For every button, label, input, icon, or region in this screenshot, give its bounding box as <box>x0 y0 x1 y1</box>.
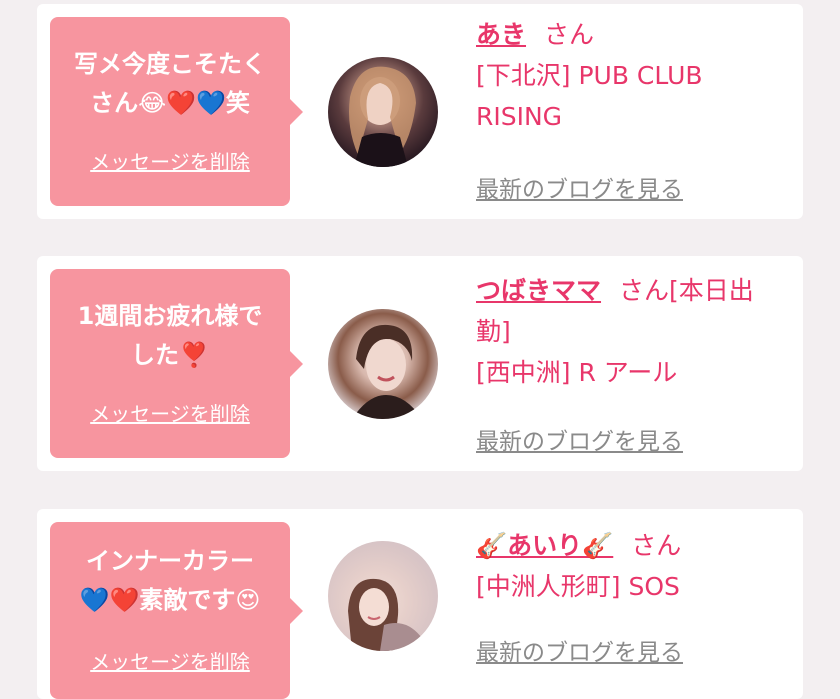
avatar[interactable] <box>328 541 438 651</box>
avatar[interactable] <box>328 57 438 167</box>
message-card: インナーカラー 💙❤️素敵です😍 メッセージを削除 🎸あいり🎸 さん [中洲人形町… <box>37 509 803 699</box>
delete-message-link[interactable]: メッセージを削除 <box>50 398 290 427</box>
cast-info: つばきママ さん[本日出勤] [西中洲] R アール <box>476 270 776 393</box>
latest-blog-link[interactable]: 最新のブログを見る <box>476 633 683 667</box>
cast-suffix: さん <box>631 531 682 560</box>
cast-name-link[interactable]: つばきママ <box>476 276 601 305</box>
latest-blog-link[interactable]: 最新のブログを見る <box>476 422 683 456</box>
latest-blog-link[interactable]: 最新のブログを見る <box>476 170 683 204</box>
avatar[interactable] <box>328 309 438 419</box>
cast-name-link[interactable]: あき <box>476 20 526 49</box>
avatar-image <box>348 578 426 651</box>
shop-name[interactable]: [西中洲] R アール <box>476 352 776 393</box>
message-bubble: 1週間お疲れ様で した❣️ メッセージを削除 <box>50 269 303 458</box>
avatar-image <box>352 324 422 419</box>
cast-name-link[interactable]: 🎸あいり🎸 <box>476 531 613 560</box>
avatar-image <box>349 66 416 167</box>
cast-suffix: さん <box>544 20 595 49</box>
message-bubble: インナーカラー 💙❤️素敵です😍 メッセージを削除 <box>50 522 303 699</box>
shop-name[interactable]: [下北沢] PUB CLUB RISING <box>476 55 776 137</box>
delete-message-link[interactable]: メッセージを削除 <box>50 146 290 175</box>
cast-info: 🎸あいり🎸 さん [中洲人形町] SOS <box>476 525 776 607</box>
message-card: 1週間お疲れ様で した❣️ メッセージを削除 つばきママ さん[本日出勤] [西中… <box>37 256 803 471</box>
message-bubble: 写メ今度こそたく さん😂❤️💙笑 メッセージを削除 <box>50 17 303 206</box>
message-text: インナーカラー 💙❤️素敵です😍 <box>79 547 261 614</box>
cast-info: あき さん [下北沢] PUB CLUB RISING <box>476 14 776 137</box>
message-card: 写メ今度こそたく さん😂❤️💙笑 メッセージを削除 あき さん [下北沢] PUB… <box>37 4 803 219</box>
shop-name[interactable]: [中洲人形町] SOS <box>476 566 776 607</box>
message-text: 写メ今度こそたく さん😂❤️💙笑 <box>74 50 266 117</box>
delete-message-link[interactable]: メッセージを削除 <box>50 646 290 675</box>
message-text: 1週間お疲れ様で した❣️ <box>77 302 263 369</box>
